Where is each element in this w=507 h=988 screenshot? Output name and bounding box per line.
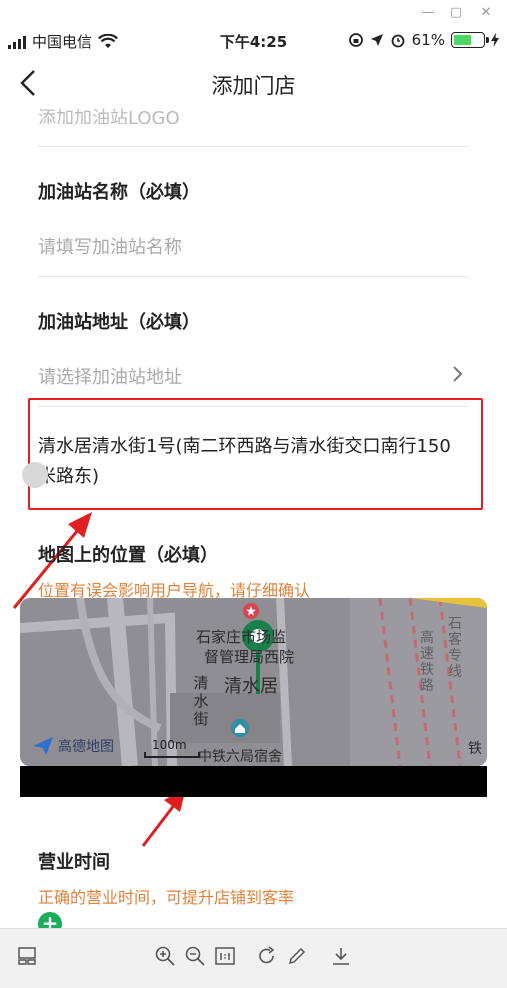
annotation-arrows xyxy=(12,512,186,847)
viewer-toolbar xyxy=(0,928,507,988)
map-edge-label: 铁 xyxy=(468,741,482,757)
map-provider-logo: 高德地图 xyxy=(32,736,114,756)
map-view[interactable]: 石家庄市场监 督管理局西院 清水居 清水街 中铁六局宿舍 高速铁路 石客专线 铁… xyxy=(20,598,487,766)
business-hours-hint: 正确的营业时间，可提升店铺到客率 xyxy=(38,888,295,907)
edit-pencil-icon[interactable] xyxy=(286,945,308,967)
map-poi-label: 中铁六局宿舍 xyxy=(198,749,282,765)
map-rail-label: 高速铁路 xyxy=(420,630,434,694)
download-icon[interactable] xyxy=(330,945,352,967)
actual-size-icon[interactable] xyxy=(214,945,236,967)
rotate-icon[interactable] xyxy=(256,945,278,967)
map-street-label: 清水街 xyxy=(193,674,209,728)
zoom-out-icon[interactable] xyxy=(184,945,206,967)
map-poi-label: 清水居 xyxy=(224,676,278,697)
map-scale: 100m xyxy=(144,738,200,758)
map-poi-label: 督管理局西院 xyxy=(204,648,295,666)
map-poi-label: 石家庄市场监 xyxy=(196,628,287,646)
business-hours-label: 营业时间 xyxy=(38,852,110,873)
redaction-bar xyxy=(20,766,487,797)
map-location-label: 地图上的位置（必填） xyxy=(38,545,218,566)
amap-logo-icon xyxy=(33,737,53,755)
poi-home-icon xyxy=(231,719,249,737)
thumbnail-view-icon[interactable] xyxy=(16,945,38,967)
scale-bar xyxy=(144,752,200,758)
map-area-label: 石客专线 xyxy=(448,616,462,680)
zoom-in-icon[interactable] xyxy=(154,945,176,967)
